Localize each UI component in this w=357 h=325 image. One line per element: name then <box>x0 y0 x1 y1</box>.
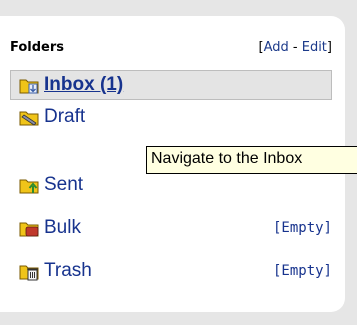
folder-actions: [Add - Edit] <box>259 40 332 55</box>
folder-label-trash[interactable]: Trash <box>44 260 92 282</box>
trash-folder-icon <box>18 260 40 282</box>
actions-separator: - <box>288 39 302 55</box>
empty-bulk-link[interactable]: [Empty] <box>273 220 332 236</box>
inbox-folder-icon <box>18 74 40 96</box>
folders-title: Folders <box>10 39 65 55</box>
bracket-close: ] <box>326 39 332 55</box>
empty-trash-link[interactable]: [Empty] <box>273 263 332 279</box>
folder-label-bulk[interactable]: Bulk <box>44 217 81 239</box>
bulk-folder-icon <box>18 217 40 239</box>
folder-item-trash[interactable]: Trash [Empty] <box>18 256 332 286</box>
folder-label-sent[interactable]: Sent <box>44 174 83 196</box>
draft-folder-icon <box>18 106 40 128</box>
sent-folder-icon <box>18 174 40 196</box>
folder-label-draft[interactable]: Draft <box>44 106 85 128</box>
add-folder-link[interactable]: Add <box>264 40 289 55</box>
folder-item-bulk[interactable]: Bulk [Empty] <box>18 213 332 243</box>
edit-folders-link[interactable]: Edit <box>302 40 327 55</box>
folders-header: Folders [Add - Edit] <box>10 38 332 56</box>
folder-item-inbox[interactable]: Inbox (1) <box>10 70 332 100</box>
inbox-tooltip: Navigate to the Inbox <box>146 146 357 174</box>
folder-item-draft[interactable]: Draft <box>18 102 332 132</box>
folder-item-sent[interactable]: Sent <box>18 170 332 200</box>
folder-label-inbox[interactable]: Inbox (1) <box>44 74 123 96</box>
